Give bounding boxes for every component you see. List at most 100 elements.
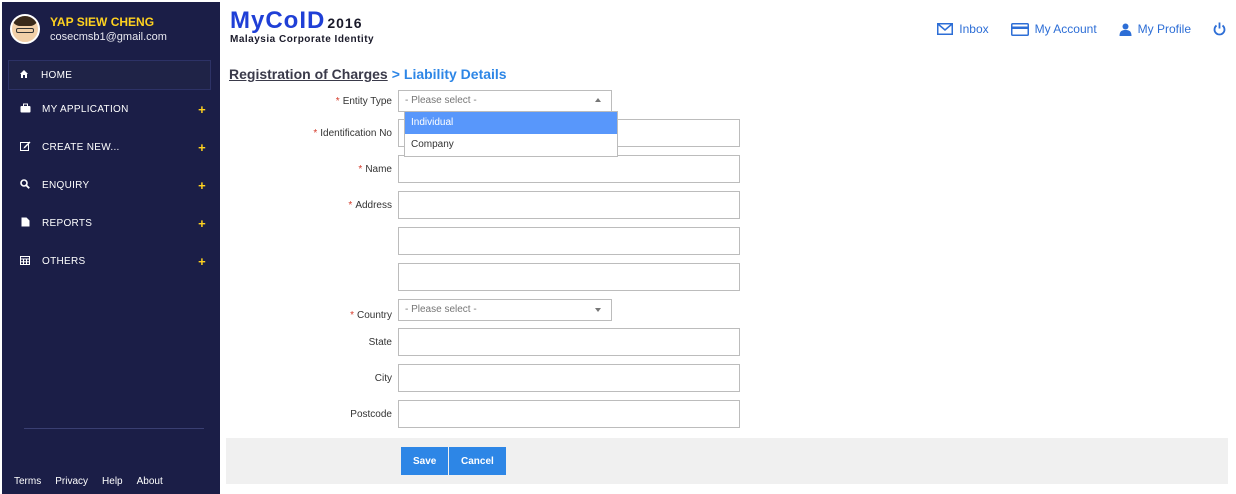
footer-link-about[interactable]: About xyxy=(137,476,163,487)
sidebar-item-reports[interactable]: REPORTS + xyxy=(2,204,220,242)
sidebar-item-label: HOME xyxy=(41,69,73,81)
power-icon xyxy=(1213,22,1226,36)
country-select[interactable]: - Please select - xyxy=(398,299,612,321)
address-line2-input[interactable] xyxy=(398,227,740,255)
avatar-hair xyxy=(12,16,38,26)
logo-year: 2016 xyxy=(327,15,363,31)
address-line3-row xyxy=(226,263,740,291)
expand-plus-icon[interactable]: + xyxy=(198,102,206,117)
sidebar-item-home[interactable]: HOME xyxy=(8,60,211,90)
top-header: MyCoID 2016 Malaysia Corporate Identity I… xyxy=(220,2,1236,56)
postcode-row: Postcode xyxy=(226,400,740,428)
postcode-input[interactable] xyxy=(398,400,740,428)
required-marker: * xyxy=(348,199,353,211)
expand-plus-icon[interactable]: + xyxy=(198,140,206,155)
avatar-glasses xyxy=(16,28,34,33)
address-line1-input[interactable] xyxy=(398,191,740,219)
sidebar-item-label: OTHERS xyxy=(42,255,86,267)
city-row: City xyxy=(226,364,740,392)
my-account-label: My Account xyxy=(1034,22,1097,36)
inbox-link[interactable]: Inbox xyxy=(937,22,989,36)
address-row: * Address xyxy=(226,191,740,219)
user-icon xyxy=(1119,23,1132,36)
sidebar-item-my-application[interactable]: MY APPLICATION + xyxy=(2,90,220,128)
my-profile-label: My Profile xyxy=(1137,22,1191,36)
address-line3-input[interactable] xyxy=(398,263,740,291)
country-label: * Country xyxy=(226,300,398,321)
expand-plus-icon[interactable]: + xyxy=(198,216,206,231)
state-row: State xyxy=(226,328,740,356)
home-icon xyxy=(17,69,31,82)
expand-plus-icon[interactable]: + xyxy=(198,254,206,269)
footer-link-terms[interactable]: Terms xyxy=(14,476,41,487)
name-label: * Name xyxy=(226,164,398,175)
required-marker: * xyxy=(313,127,318,139)
document-icon xyxy=(18,217,32,230)
entity-type-dropdown: Individual Company xyxy=(404,111,618,157)
edit-icon xyxy=(18,141,32,154)
save-button[interactable]: Save xyxy=(401,447,449,475)
user-name: YAP SIEW CHENG xyxy=(50,15,155,29)
required-marker: * xyxy=(350,309,354,321)
country-label-text: Country xyxy=(356,309,392,321)
logo[interactable]: MyCoID 2016 Malaysia Corporate Identity xyxy=(230,7,374,46)
envelope-icon xyxy=(937,23,954,35)
search-icon xyxy=(18,178,32,192)
entity-type-label: * Entity Type xyxy=(226,96,398,107)
city-label: City xyxy=(374,372,392,384)
my-profile-link[interactable]: My Profile xyxy=(1119,22,1191,36)
briefcase-icon xyxy=(18,103,32,116)
sidebar-item-enquiry[interactable]: ENQUIRY + xyxy=(2,166,220,204)
sidebar-item-create-new[interactable]: CREATE NEW... + xyxy=(2,128,220,166)
address-label: * Address xyxy=(226,200,398,211)
avatar[interactable] xyxy=(10,14,40,44)
user-info: YAP SIEW CHENG cosecmsb1@gmail.com xyxy=(50,15,167,43)
sidebar: YAP SIEW CHENG cosecmsb1@gmail.com HOME … xyxy=(2,2,220,494)
postcode-label: Postcode xyxy=(350,408,392,420)
entity-type-select[interactable]: - Please select - xyxy=(398,90,612,112)
address-label-text: Address xyxy=(355,199,392,211)
chevron-up-icon xyxy=(595,98,601,102)
name-input[interactable] xyxy=(398,155,740,183)
breadcrumb-current: Liability Details xyxy=(403,66,507,82)
name-label-text: Name xyxy=(365,163,392,175)
identification-no-label-text: Identification No xyxy=(320,127,392,139)
inbox-label: Inbox xyxy=(959,22,989,36)
dropdown-option-company[interactable]: Company xyxy=(405,134,617,156)
entity-type-row: * Entity Type - Please select - xyxy=(226,90,612,112)
sidebar-item-label: MY APPLICATION xyxy=(42,103,129,115)
entity-type-placeholder: - Please select - xyxy=(405,95,477,106)
dropdown-option-individual[interactable]: Individual xyxy=(405,112,617,134)
logout-button[interactable] xyxy=(1213,22,1226,36)
user-email: cosecmsb1@gmail.com xyxy=(50,31,167,43)
country-placeholder: - Please select - xyxy=(405,304,477,315)
footer-link-help[interactable]: Help xyxy=(102,476,123,487)
user-panel: YAP SIEW CHENG cosecmsb1@gmail.com xyxy=(2,2,220,56)
credit-card-icon xyxy=(1010,22,1029,36)
breadcrumb-parent-link[interactable]: Registration of Charges xyxy=(229,66,388,82)
city-input[interactable] xyxy=(398,364,740,392)
address-line2-row xyxy=(226,227,740,255)
sidebar-footer: Terms Privacy Help About xyxy=(14,476,163,487)
state-input[interactable] xyxy=(398,328,740,356)
breadcrumb: Registration of Charges > Liability Detail… xyxy=(229,66,507,82)
country-row: * Country - Please select - xyxy=(226,299,612,321)
sidebar-item-others[interactable]: OTHERS + xyxy=(2,242,220,280)
logo-text: MyCoID xyxy=(230,7,326,34)
chevron-down-icon xyxy=(595,308,601,312)
cancel-button[interactable]: Cancel xyxy=(449,447,506,475)
required-marker: * xyxy=(335,95,340,107)
identification-no-label: * Identification No xyxy=(226,128,398,139)
footer-link-privacy[interactable]: Privacy xyxy=(55,476,88,487)
sidebar-item-label: ENQUIRY xyxy=(42,179,90,191)
entity-type-label-text: Entity Type xyxy=(342,95,392,107)
expand-plus-icon[interactable]: + xyxy=(198,178,206,193)
sidebar-item-label: CREATE NEW... xyxy=(42,141,120,153)
name-row: * Name xyxy=(226,155,740,183)
my-account-link[interactable]: My Account xyxy=(1010,22,1097,36)
header-links: Inbox My Account My Profile xyxy=(937,22,1226,36)
calendar-icon xyxy=(18,255,32,268)
sidebar-divider xyxy=(24,428,204,429)
form-actions-bar: Save Cancel xyxy=(226,438,1228,484)
logo-mark: MyCoID 2016 xyxy=(230,7,374,34)
